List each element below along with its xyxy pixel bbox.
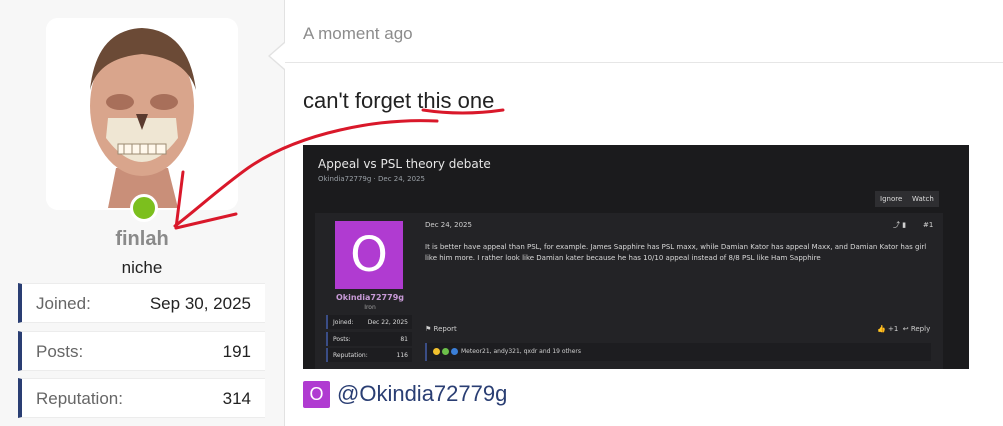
curved-arrow-annotation bbox=[173, 119, 439, 228]
red-annotation-overlay bbox=[173, 108, 505, 230]
underline-annotation bbox=[421, 108, 505, 115]
